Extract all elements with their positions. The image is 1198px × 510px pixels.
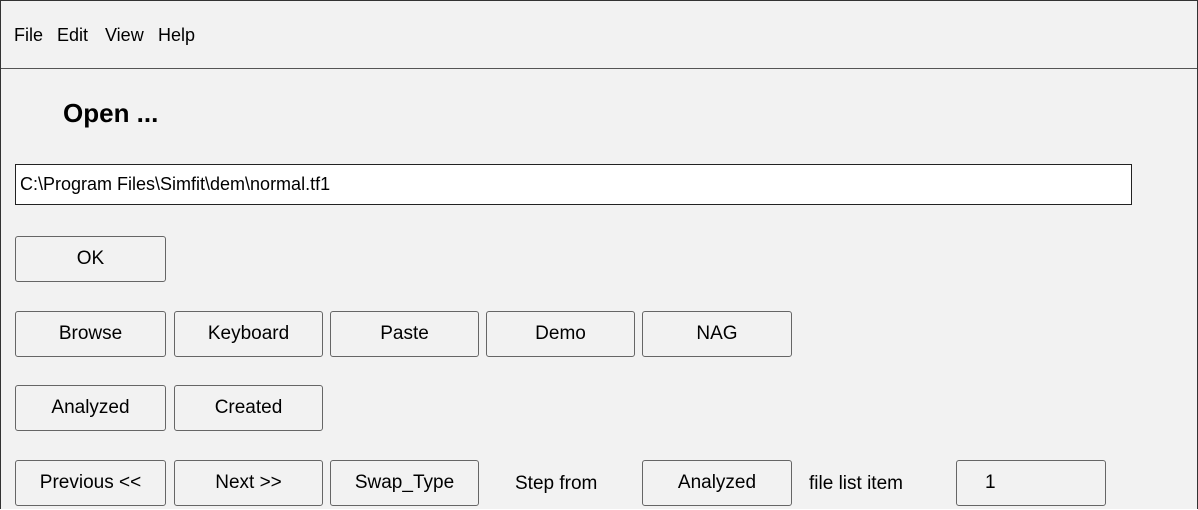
menu-view[interactable]: View (105, 25, 144, 46)
file-list-item-label: file list item (809, 473, 903, 494)
menu-bar: File Edit View Help (1, 1, 1197, 69)
menu-help[interactable]: Help (158, 25, 195, 46)
next-button[interactable]: Next >> (174, 460, 323, 506)
keyboard-button[interactable]: Keyboard (174, 311, 323, 357)
step-from-label: Step from (515, 473, 598, 494)
step-source-button[interactable]: Analyzed (642, 460, 792, 506)
analyzed-button[interactable]: Analyzed (15, 385, 166, 431)
previous-button[interactable]: Previous << (15, 460, 166, 506)
ok-button[interactable]: OK (15, 236, 166, 282)
open-dialog-window: File Edit View Help Open ... OK Browse K… (0, 0, 1198, 509)
paste-button[interactable]: Paste (330, 311, 479, 357)
swap-type-button[interactable]: Swap_Type (330, 460, 479, 506)
menu-edit[interactable]: Edit (57, 25, 88, 46)
dialog-title: Open ... (63, 98, 159, 128)
created-button[interactable]: Created (174, 385, 323, 431)
browse-button[interactable]: Browse (15, 311, 166, 357)
file-list-item-input[interactable]: 1 (956, 460, 1106, 506)
menu-file[interactable]: File (14, 25, 43, 46)
nag-button[interactable]: NAG (642, 311, 792, 357)
file-path-input[interactable] (15, 164, 1132, 205)
demo-button[interactable]: Demo (486, 311, 635, 357)
